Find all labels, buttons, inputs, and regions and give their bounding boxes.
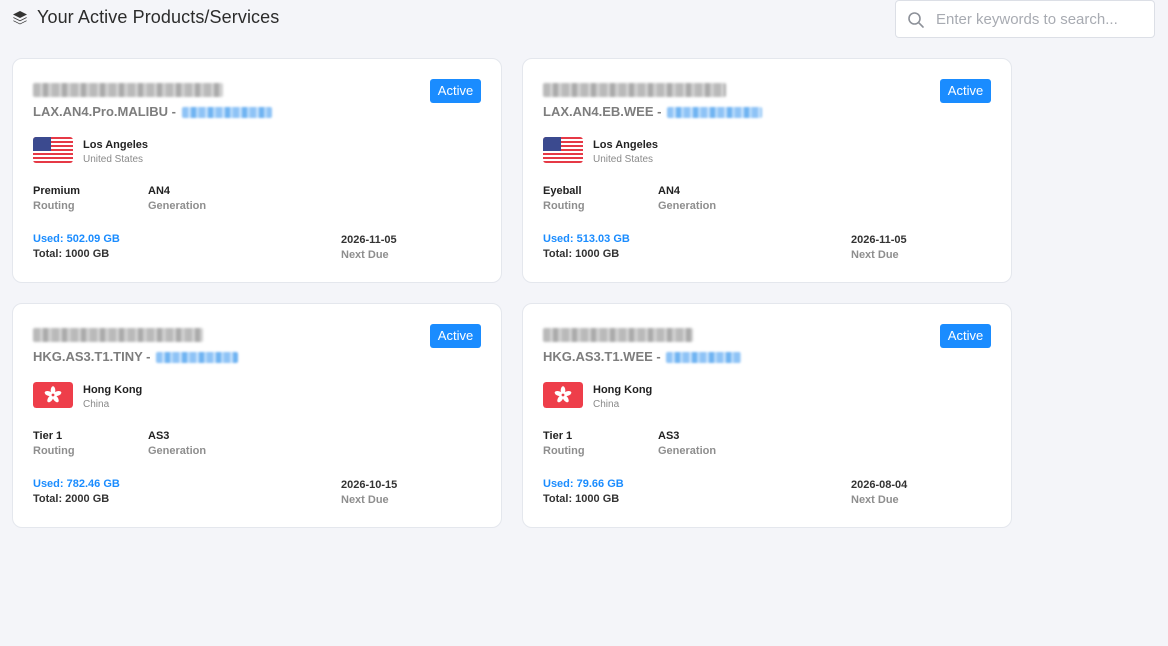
bandwidth-used: Used: 502.09 GB — [33, 233, 120, 245]
generation-label: Generation — [658, 445, 717, 457]
plan-name: LAX.AN4.EB.WEE — [543, 104, 654, 119]
generation-value: AS3 — [658, 430, 680, 442]
bandwidth-total: Total: 1000 GB — [543, 248, 620, 260]
search-box[interactable] — [895, 0, 1155, 38]
bandwidth-total: Total: 1000 GB — [543, 493, 620, 505]
routing-label: Routing — [33, 200, 75, 212]
location-country: China — [593, 399, 620, 410]
hk-flag-icon — [33, 382, 73, 408]
generation-label: Generation — [148, 445, 207, 457]
search-input[interactable] — [936, 7, 1148, 31]
location-country: United States — [83, 154, 144, 165]
next-due-date: 2026-11-05 — [341, 234, 397, 246]
routing-value: Eyeball — [543, 185, 582, 197]
location-city: Los Angeles — [83, 139, 148, 151]
routing-label: Routing — [543, 445, 585, 457]
routing-value: Premium — [33, 185, 81, 197]
page-title: Your Active Products/Services — [37, 7, 280, 27]
plan-line: HKG.AS3.T1.WEE - — [543, 349, 742, 365]
generation-value: AS3 — [148, 430, 170, 442]
product-name-redacted — [543, 83, 726, 97]
routing-label: Routing — [33, 445, 75, 457]
product-name-redacted — [543, 328, 693, 342]
plan-name: HKG.AS3.T1.TINY — [33, 349, 143, 364]
next-due-date: 2026-11-05 — [851, 234, 907, 246]
search-icon — [908, 12, 924, 28]
next-due-label: Next Due — [851, 249, 899, 261]
us-flag-icon — [33, 137, 73, 163]
routing-value: Tier 1 — [543, 430, 573, 442]
status-badge: Active — [430, 324, 481, 348]
routing-label: Routing — [543, 200, 585, 212]
bandwidth-total: Total: 1000 GB — [33, 248, 110, 260]
status-badge: Active — [430, 79, 481, 103]
page-header: Your Active Products/Services — [0, 0, 1168, 48]
next-due-label: Next Due — [851, 494, 899, 506]
bandwidth-used: Used: 782.46 GB — [33, 478, 120, 490]
ip-address-redacted — [667, 107, 763, 119]
plan-line: HKG.AS3.T1.TINY - — [33, 349, 239, 365]
product-card[interactable]: LAX.AN4.Pro.MALIBU - Active Los Angeles … — [12, 58, 502, 283]
next-due-label: Next Due — [341, 494, 389, 506]
product-name-redacted — [33, 328, 203, 342]
generation-value: AN4 — [148, 185, 171, 197]
product-card[interactable]: HKG.AS3.T1.TINY - Active Hong Kong China… — [12, 303, 502, 528]
location-city: Hong Kong — [83, 384, 143, 396]
next-due-date: 2026-08-04 — [851, 479, 908, 491]
next-due-label: Next Due — [341, 249, 389, 261]
location-country: United States — [593, 154, 654, 165]
plan-line: LAX.AN4.Pro.MALIBU - — [33, 104, 272, 120]
generation-label: Generation — [658, 200, 717, 212]
ip-address-redacted — [156, 352, 239, 364]
plan-name: HKG.AS3.T1.WEE — [543, 349, 653, 364]
bandwidth-used: Used: 79.66 GB — [543, 478, 624, 490]
hk-flag-icon — [543, 382, 583, 408]
product-card[interactable]: HKG.AS3.T1.WEE - Active Hong Kong China … — [522, 303, 1012, 528]
generation-label: Generation — [148, 200, 207, 212]
generation-value: AN4 — [658, 185, 681, 197]
bandwidth-used: Used: 513.03 GB — [543, 233, 630, 245]
product-name-redacted — [33, 83, 223, 97]
ip-address-redacted — [181, 107, 272, 119]
location-city: Los Angeles — [593, 139, 658, 151]
bandwidth-total: Total: 2000 GB — [33, 493, 110, 505]
location-country: China — [83, 399, 110, 410]
layers-icon — [13, 11, 27, 25]
plan-name: LAX.AN4.Pro.MALIBU — [33, 104, 169, 119]
product-card[interactable]: LAX.AN4.EB.WEE - Active Los Angeles Unit… — [522, 58, 1012, 283]
next-due-date: 2026-10-15 — [341, 479, 398, 491]
us-flag-icon — [543, 137, 583, 163]
status-badge: Active — [940, 324, 991, 348]
routing-value: Tier 1 — [33, 430, 63, 442]
plan-line: LAX.AN4.EB.WEE - — [543, 104, 763, 120]
location-city: Hong Kong — [593, 384, 653, 396]
status-badge: Active — [940, 79, 991, 103]
ip-address-redacted — [666, 352, 742, 364]
